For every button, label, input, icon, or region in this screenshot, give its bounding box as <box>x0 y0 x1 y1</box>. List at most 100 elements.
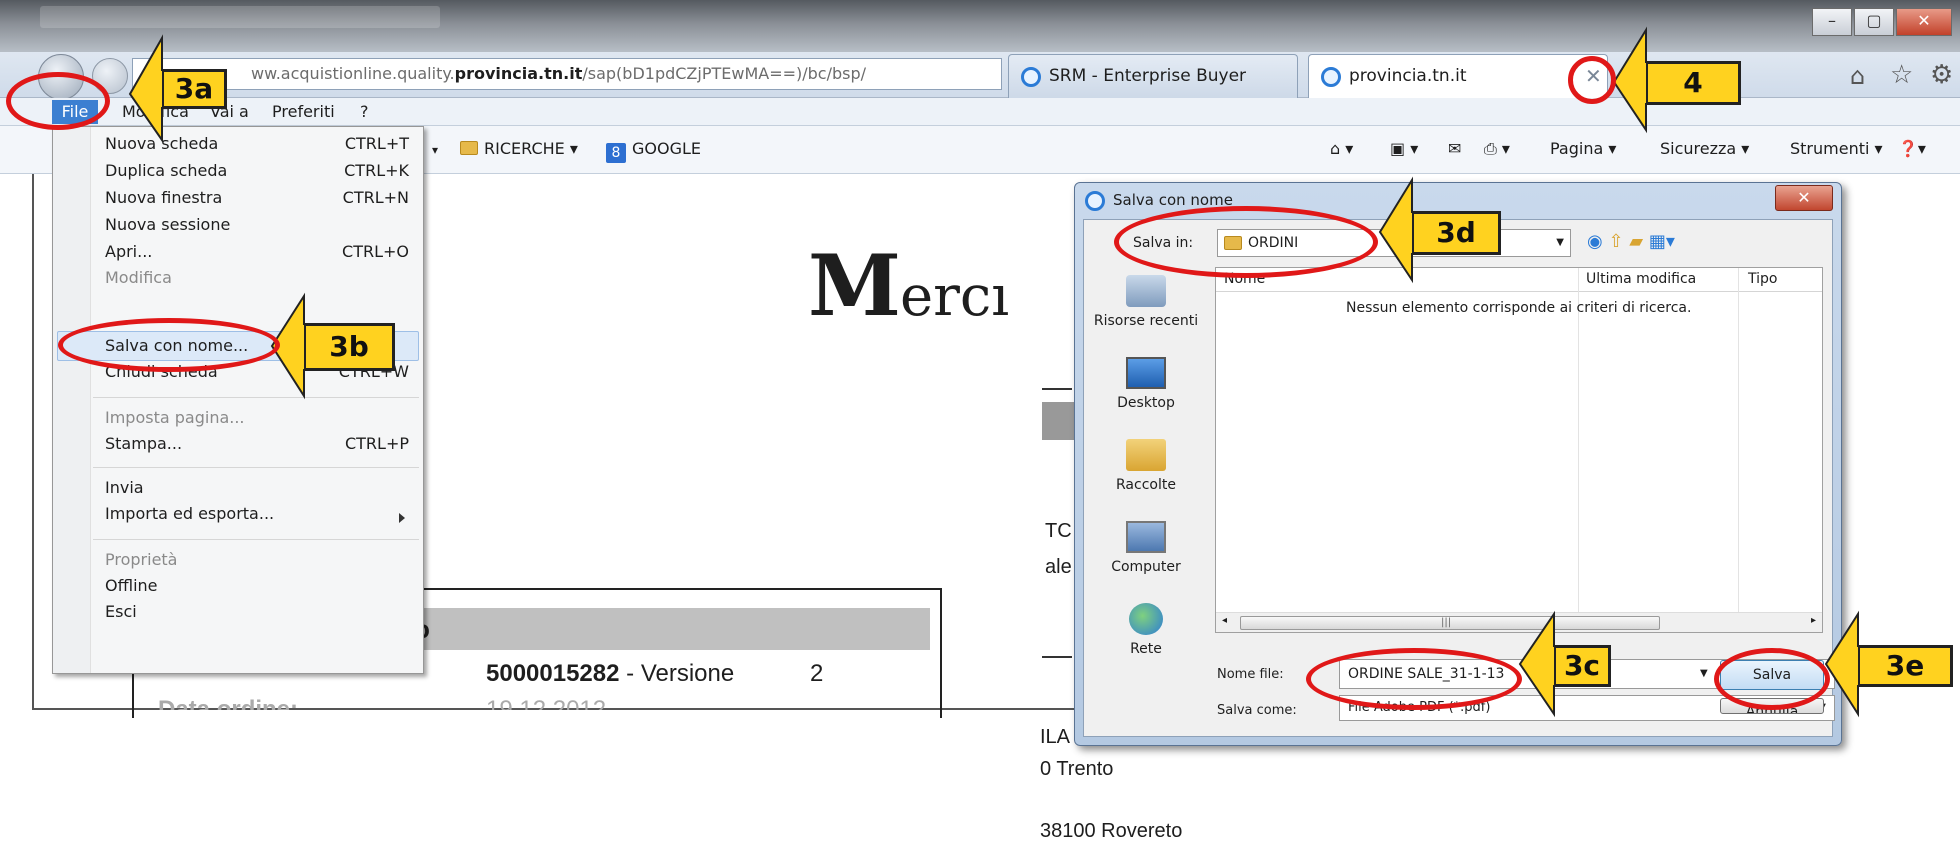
scroll-thumb[interactable]: ||| <box>1240 616 1660 630</box>
menu-item-esci[interactable]: Esci <box>105 597 137 627</box>
favorite-ricerche[interactable]: RICERCHE ▾ <box>460 139 578 158</box>
file-list[interactable]: Nome Ultima modifica Tipo Nessun element… <box>1215 267 1823 633</box>
menu-item-label: Nuova sessione <box>105 215 231 234</box>
gear-icon[interactable]: ⚙ <box>1930 60 1953 90</box>
column-divider <box>1738 268 1739 632</box>
menu-item-label: Nuova finestra <box>105 188 223 207</box>
mail-icon[interactable]: ✉ <box>1448 139 1461 158</box>
favorite-google[interactable]: 8 GOOGLE <box>606 139 701 163</box>
page-text-ale: ale <box>1045 556 1072 578</box>
menu-item-label: Nuova scheda <box>105 134 219 153</box>
menu-preferiti[interactable]: Preferiti <box>272 101 335 123</box>
highlight-ring-salva-button <box>1714 648 1830 710</box>
menu-item-nuova-scheda[interactable]: Nuova scheda <box>105 129 218 159</box>
favorite-label: GOOGLE <box>632 139 702 158</box>
dialog-close-button[interactable]: ✕ <box>1775 185 1833 211</box>
scroll-left-icon[interactable]: ◂ <box>1222 615 1227 626</box>
menu-shortcut: CTRL+T <box>344 134 409 153</box>
place-desktop[interactable]: Desktop <box>1087 357 1205 411</box>
menu-item-label: Stampa... <box>105 434 183 453</box>
address-prefix: ww.acquistionline.quality. <box>251 64 455 83</box>
feeds-icon[interactable]: ▣ ▾ <box>1390 139 1418 158</box>
tab-provincia[interactable]: provincia.tn.it <box>1308 54 1608 98</box>
menu-item-nuova-sessione[interactable]: Nuova sessione <box>105 210 230 240</box>
place-label: Raccolte <box>1116 477 1176 493</box>
libraries-icon <box>1126 439 1166 471</box>
menu-item-stampa[interactable]: Stampa... <box>105 429 182 459</box>
tab-label: provincia.tn.it <box>1349 66 1467 86</box>
grey-band <box>1042 402 1078 440</box>
command-strumenti[interactable]: Strumenti ▾ <box>1790 139 1883 158</box>
recent-places-icon <box>1126 275 1166 307</box>
command-sicurezza[interactable]: Sicurezza ▾ <box>1660 139 1749 158</box>
network-globe-icon <box>1129 603 1163 635</box>
menu-item-importa-esporta[interactable]: Importa ed esporta... <box>105 499 274 529</box>
address-rovereto: 38100 Rovereto <box>1040 820 1183 842</box>
help-icon[interactable]: ❓▾ <box>1898 139 1926 158</box>
command-label: Sicurezza <box>1660 139 1737 158</box>
order-next-label: Data ordine: <box>158 696 299 710</box>
place-raccolte[interactable]: Raccolte <box>1087 439 1205 493</box>
address-bar[interactable]: ww.acquistionline.quality.provincia.tn.i… <box>132 58 1002 90</box>
menu-item-nuova-finestra[interactable]: Nuova finestra <box>105 183 222 213</box>
order-number: 5000015282 - Versione <box>486 660 734 688</box>
print-icon[interactable]: ⎙ ▾ <box>1484 139 1510 159</box>
back-icon[interactable]: ◉ <box>1587 231 1603 252</box>
favorite-label: RICERCHE <box>484 139 565 158</box>
ie-icon <box>1021 67 1041 87</box>
menu-item-label: Esci <box>105 602 137 621</box>
places-bar: Risorse recenti Desktop Raccolte Compute… <box>1087 267 1205 657</box>
view-menu-icon[interactable]: ▦▾ <box>1649 231 1675 252</box>
menu-item-duplica-scheda[interactable]: Duplica scheda <box>105 156 227 186</box>
minimize-button[interactable]: – <box>1812 8 1852 36</box>
command-label: Strumenti <box>1790 139 1870 158</box>
menu-item-modifica: Modifica <box>105 263 172 285</box>
callout-3a: 3a <box>162 70 226 108</box>
column-divider <box>1578 268 1579 632</box>
chevron-down-icon[interactable]: ▼ <box>1700 668 1708 679</box>
address-trento: 0 Trento <box>1040 758 1114 780</box>
place-rete[interactable]: Rete <box>1087 603 1205 657</box>
menu-shortcut: CTRL+P <box>344 434 409 453</box>
page-text-to: TC <box>1045 520 1072 542</box>
chevron-down-icon[interactable]: ▼ <box>1556 230 1564 256</box>
home-cmd-icon[interactable]: ⌂ ▾ <box>1330 139 1353 158</box>
place-label: Computer <box>1111 559 1181 575</box>
menu-item-label: Importa ed esporta... <box>105 504 275 523</box>
order-next-value: 19.12.2012 <box>486 696 607 710</box>
computer-icon <box>1126 521 1166 553</box>
column-ultima-modifica[interactable]: Ultima modifica <box>1586 271 1696 287</box>
tab-srm[interactable]: SRM - Enterprise Buyer <box>1008 54 1298 98</box>
favorites-star-icon[interactable]: ☆ <box>1890 60 1913 90</box>
callout-3e: 3e <box>1858 646 1952 686</box>
column-tipo[interactable]: Tipo <box>1748 271 1777 287</box>
menu-separator <box>93 397 419 398</box>
title-bar <box>0 0 1960 52</box>
menu-item-label: Apri... <box>105 242 153 261</box>
scroll-right-icon[interactable]: ▸ <box>1811 615 1816 626</box>
place-risorse-recenti[interactable]: Risorse recenti <box>1087 275 1205 329</box>
menu-shortcut: CTRL+K <box>344 161 409 180</box>
menu-help[interactable]: ? <box>360 101 369 123</box>
up-folder-icon[interactable]: ⇧ <box>1608 231 1623 252</box>
order-version-label: - Versione <box>619 660 735 687</box>
menu-separator <box>93 467 419 468</box>
place-label: Desktop <box>1117 395 1175 411</box>
chevron-down-icon[interactable]: ▾ <box>432 143 438 157</box>
maximize-button[interactable]: ▢ <box>1854 8 1894 36</box>
menu-item-label: Proprietà <box>105 550 178 569</box>
new-folder-icon[interactable]: ▰ <box>1629 231 1643 252</box>
place-computer[interactable]: Computer <box>1087 521 1205 575</box>
menu-item-label: Invia <box>105 478 144 497</box>
horizontal-scrollbar[interactable]: ◂ ||| ▸ <box>1216 612 1822 632</box>
ie-icon <box>1321 67 1341 87</box>
menu-item-label: Modifica <box>105 268 172 285</box>
command-pagina[interactable]: Pagina ▾ <box>1550 139 1616 158</box>
google-icon: 8 <box>606 143 626 163</box>
menu-item-label: Duplica scheda <box>105 161 228 180</box>
home-icon[interactable]: ⌂ <box>1850 62 1865 90</box>
callout-3b: 3b <box>304 324 394 370</box>
place-label: Risorse recenti <box>1093 313 1199 329</box>
window-close-button[interactable]: ✕ <box>1896 8 1952 36</box>
order-version: 2 <box>810 660 824 687</box>
